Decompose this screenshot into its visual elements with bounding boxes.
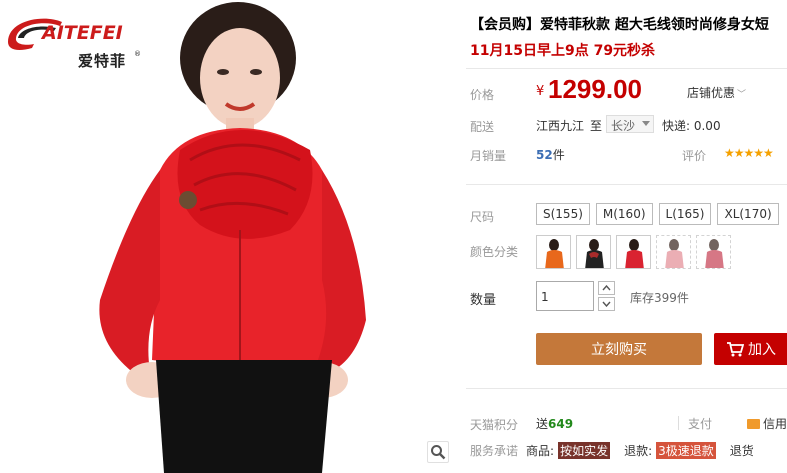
divider [466,388,787,389]
promise-refund-badge[interactable]: 3极速退款 [656,442,716,459]
promise-refund-label: 退款: [624,444,653,458]
express-fee: 快递: 0.00 [662,119,721,133]
divider [466,68,787,69]
add-to-cart-label: 加入 [748,342,776,358]
shipping-label: 配送 [470,120,495,134]
color-options [536,235,731,269]
promise-label: 服务承诺 [470,444,519,458]
product-title: 【会员购】爱特菲秋款 超大毛线领时尚修身女短 [470,17,769,33]
review-label: 评价 [682,149,707,163]
cart-icon [727,342,744,357]
points-prefix: 送 [536,417,549,431]
quantity-label: 数量 [470,293,497,308]
ship-to-prefix: 至 [590,119,603,133]
monthly-sales: 52件 [536,146,565,163]
tmall-points: 送649 [536,415,573,432]
store-promo-label: 店铺优惠 [687,86,736,100]
size-option-m[interactable]: M(160) [595,203,653,225]
size-options: S(155) M(160) L(165) XL(170) [536,203,779,225]
chevron-down-icon [602,301,611,307]
zoom-icon[interactable] [427,441,449,463]
sales-unit: 件 [552,148,565,162]
ship-from: 江西九江 [536,119,585,133]
quantity-input[interactable]: 1 [536,281,594,311]
promise-return-label: 退货 [729,444,754,458]
color-swatch-red[interactable] [616,235,651,269]
store-promo-dropdown[interactable]: 店铺优惠 ﹀ [687,84,746,101]
quantity-increase-button[interactable] [598,281,615,295]
credit-card-icon [747,418,760,429]
product-detail-panel: 【会员购】爱特菲秋款 超大毛线领时尚修身女短 11月15日早上9点 79元秒杀 … [466,0,787,473]
size-option-l[interactable]: L(165) [658,203,712,225]
currency-symbol: ¥ [536,84,545,99]
dropdown-arrow-icon [642,121,650,126]
color-swatch-black[interactable] [576,235,611,269]
stock-count: 库存399件 [630,291,689,305]
quantity-decrease-button[interactable] [598,297,615,311]
divider [466,184,787,185]
ship-to-select[interactable]: 长沙 [606,115,654,133]
chevron-down-icon: ﹀ [737,90,747,100]
model-photo [99,2,366,473]
size-option-xl[interactable]: XL(170) [717,203,779,225]
payment-label: 支付 [688,417,713,431]
sales-count: 52 [536,148,553,162]
promise-goods-badge[interactable]: 按如实发 [558,442,611,459]
chevron-up-icon [602,285,611,291]
price-label: 价格 [470,88,495,102]
points-value: 649 [548,417,574,431]
vertical-divider [678,416,679,430]
size-option-s[interactable]: S(155) [536,203,590,225]
color-label: 颜色分类 [470,245,519,259]
size-label: 尺码 [470,210,495,224]
sales-label: 月销量 [470,149,507,163]
service-promise-row: 服务承诺 商品: 按如实发 退款: 3极速退款 退货 [470,442,758,459]
rating-stars-icon[interactable]: ★★★★★ [724,146,774,160]
color-swatch-orange[interactable] [536,235,571,269]
color-swatch-pink[interactable] [656,235,691,269]
product-gallery: AITEFEI 爱特菲 ® [0,0,452,473]
credit-label: 信用 [763,417,787,431]
price-value: 1299.00 [548,74,642,104]
promise-goods-label: 商品: [526,444,555,458]
credit-card-option[interactable]: 信用 [747,415,787,432]
product-subtitle: 11月15日早上9点 79元秒杀 [470,43,656,59]
points-label: 天猫积分 [470,418,519,432]
add-to-cart-button[interactable]: 加入 [714,333,787,365]
color-swatch-rose[interactable] [696,235,731,269]
buy-now-button[interactable]: 立刻购买 [536,333,702,365]
ship-to-value: 长沙 [611,119,636,133]
